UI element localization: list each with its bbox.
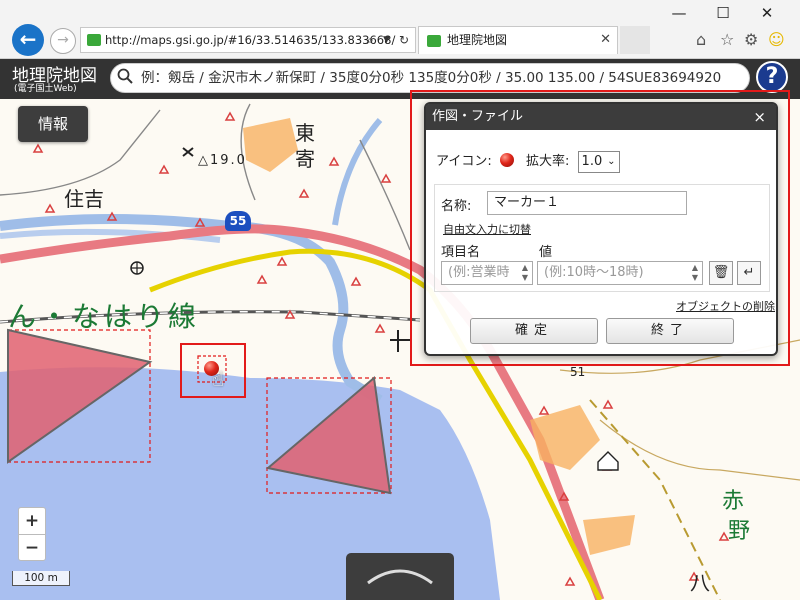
map-label-elevation-2: 51 — [570, 365, 586, 379]
home-icon[interactable]: ⌂ — [696, 30, 706, 49]
minimize-button[interactable]: — — [664, 2, 694, 24]
maximize-button[interactable]: ☐ — [708, 2, 738, 24]
tab-favicon-icon — [427, 35, 441, 47]
item-name-input[interactable]: (例:営業時 ▲ ▼ — [441, 261, 533, 285]
info-button[interactable]: 情報 — [18, 106, 88, 142]
search-placeholder: 例：剱岳 / 金沢市木ノ新保町 / 35度0分0秒 135度0分0秒 / 35.… — [141, 70, 722, 86]
attribute-panel: 名称: マーカー１ 自由文入力に切替 項目名 値 (例:営業時 ▲ ▼ (例:10… — [434, 184, 770, 292]
zoom-control: + − — [18, 507, 46, 561]
help-button[interactable]: ? — [756, 61, 788, 93]
search-icon[interactable]: ⌕ — [367, 28, 374, 52]
item-name-placeholder: (例:営業時 — [448, 265, 510, 280]
map-label-sumiyoshi: 住吉 — [64, 187, 104, 211]
scale-select[interactable]: 1.0 ⌄ — [577, 150, 620, 173]
dialog-header[interactable]: 作図・ファイル × — [426, 104, 776, 130]
scale-select-value: 1.0 — [581, 153, 603, 169]
refresh-icon[interactable]: ↻ — [399, 28, 409, 52]
chevron-down-icon: ⌄ — [607, 155, 616, 167]
free-text-toggle-link[interactable]: 自由文入力に切替 — [443, 221, 531, 237]
name-input[interactable]: マーカー１ — [487, 191, 687, 215]
browser-chrome: — ☐ ✕ ← → http://maps.gsi.go.jp/#16/33.5… — [0, 0, 800, 59]
dialog-close-button[interactable]: × — [753, 104, 766, 130]
map-label-railway: ん・なはり線 — [8, 300, 201, 333]
dropdown-icon[interactable]: ▼ — [383, 28, 390, 52]
hand-cursor-icon: ☝ — [212, 367, 225, 391]
settings-gear-icon[interactable]: ⚙ — [744, 30, 758, 49]
map-label-aka: 赤 — [722, 489, 745, 514]
forward-button[interactable]: → — [50, 28, 76, 54]
map-label-elevation: △19.0 — [198, 153, 247, 168]
address-url[interactable]: http://maps.gsi.go.jp/#16/33.514635/133.… — [105, 28, 395, 52]
smiley-feedback-icon[interactable]: ☺ — [768, 30, 785, 49]
tab-title: 地理院地図 — [447, 33, 508, 47]
map-label-ha: 八 — [690, 571, 710, 595]
value-header: 値 — [539, 245, 553, 260]
route-55-shield: 55 — [225, 211, 251, 231]
value-input[interactable]: (例:10時〜18時) ▲ ▼ — [537, 261, 703, 285]
confirm-button[interactable]: 確定 — [470, 318, 598, 344]
back-button[interactable]: ← — [12, 24, 44, 56]
scale-label: 拡大率: — [526, 154, 570, 169]
add-row-enter-icon[interactable]: ↵ — [737, 261, 761, 285]
delete-row-trash-icon[interactable]: 🗑 — [709, 261, 733, 285]
zoom-in-button[interactable]: + — [19, 508, 45, 534]
dialog-title: 作図・ファイル — [432, 109, 524, 124]
name-label: 名称: — [441, 199, 472, 214]
end-button[interactable]: 終了 — [606, 318, 734, 344]
place-search-input[interactable]: 例：剱岳 / 金沢市木ノ新保町 / 35度0分0秒 135度0分0秒 / 35.… — [110, 63, 750, 93]
delete-object-link[interactable]: オブジェクトの削除 — [676, 298, 775, 314]
item-name-header: 項目名 — [441, 245, 481, 260]
browser-tab[interactable]: 地理院地図 ✕ — [418, 26, 618, 54]
icon-row: アイコン: 拡大率: 1.0 ⌄ — [436, 150, 620, 173]
building-area — [243, 118, 298, 172]
value-placeholder: (例:10時〜18時) — [544, 265, 644, 280]
icon-label: アイコン: — [436, 154, 492, 169]
address-bar[interactable]: http://maps.gsi.go.jp/#16/33.514635/133.… — [80, 27, 416, 53]
tab-close-icon[interactable]: ✕ — [600, 27, 611, 53]
map-label-no: 野 — [728, 519, 751, 544]
bottom-panel-toggle[interactable] — [346, 553, 454, 600]
red-ball-icon[interactable] — [499, 153, 514, 167]
search-icon — [117, 68, 133, 84]
spinner-icon[interactable]: ▲ ▼ — [689, 263, 701, 283]
chevron-up-icon — [367, 569, 433, 585]
site-logo-subtitle: (電子国土Web) — [14, 84, 77, 94]
new-tab-button[interactable] — [620, 26, 650, 54]
scale-bar: 100 m — [12, 571, 70, 586]
zoom-out-button[interactable]: − — [19, 535, 45, 561]
site-favicon-icon — [87, 34, 101, 46]
map-label-yori: 寄 — [295, 147, 315, 171]
draw-file-dialog: 作図・ファイル × アイコン: 拡大率: 1.0 ⌄ 名称: マーカー１ 自由文入… — [424, 102, 778, 356]
favorites-star-icon[interactable]: ☆ — [720, 30, 734, 49]
map-label-higashi: 東 — [295, 121, 315, 145]
spinner-icon[interactable]: ▲ ▼ — [519, 263, 531, 283]
close-window-button[interactable]: ✕ — [752, 2, 782, 24]
